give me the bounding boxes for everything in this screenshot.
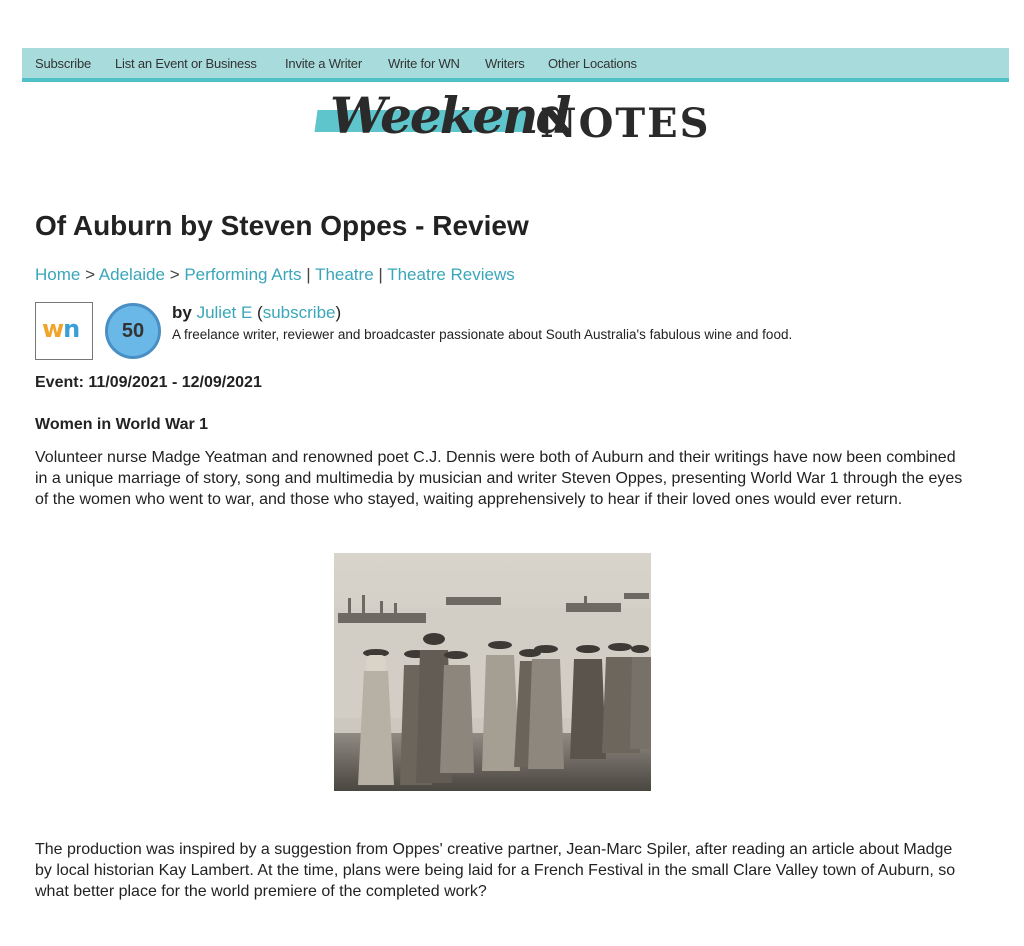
breadcrumb-separator: > — [80, 265, 99, 284]
author-name-link[interactable]: Juliet E — [197, 303, 253, 322]
nav-subscribe[interactable]: Subscribe — [35, 56, 91, 71]
author-avatar[interactable]: wn — [35, 302, 93, 360]
nav-other-locations[interactable]: Other Locations — [548, 56, 637, 71]
author-bio: A freelance writer, reviewer and broadca… — [172, 327, 793, 342]
article-paragraph: Volunteer nurse Madge Yeatman and renown… — [35, 449, 963, 508]
author-rank-badge: 50 — [105, 303, 161, 359]
breadcrumb-performing-arts[interactable]: Performing Arts — [184, 265, 301, 284]
breadcrumb-theatre[interactable]: Theatre — [315, 265, 374, 284]
author-byline: by Juliet E (subscribe) — [172, 303, 341, 323]
page-title: Of Auburn by Steven Oppes - Review — [35, 210, 529, 241]
breadcrumb-home[interactable]: Home — [35, 265, 80, 284]
historical-photo[interactable] — [334, 553, 651, 791]
breadcrumb: Home > Adelaide > Performing Arts | Thea… — [35, 265, 515, 285]
breadcrumb-adelaide[interactable]: Adelaide — [99, 265, 165, 284]
author-subscribe-link[interactable]: subscribe — [263, 303, 336, 322]
byline-by: by — [172, 303, 192, 322]
nav-list-event[interactable]: List an Event or Business — [115, 56, 257, 71]
logo-word-weekend: Weekend — [330, 86, 571, 145]
byline-paren: ) — [335, 303, 342, 322]
event-dates: Event: 11/09/2021 - 12/09/2021 — [35, 374, 262, 391]
breadcrumb-separator: | — [301, 265, 316, 284]
nav-invite-writer[interactable]: Invite a Writer — [285, 56, 362, 71]
top-navigation: Subscribe List an Event or Business Invi… — [22, 48, 1009, 82]
breadcrumb-theatre-reviews[interactable]: Theatre Reviews — [387, 265, 515, 284]
nav-write-for-wn[interactable]: Write for WN — [388, 56, 460, 71]
article-paragraph: The production was inspired by a suggest… — [35, 841, 956, 900]
logo-word-notes: NOTES — [540, 100, 711, 147]
section-heading: Women in World War 1 — [35, 416, 209, 433]
byline-paren: ( — [252, 303, 263, 322]
site-logo[interactable]: Weekend NOTES — [312, 86, 722, 154]
wn-logo-icon: wn — [42, 315, 80, 343]
nav-writers[interactable]: Writers — [485, 56, 525, 71]
breadcrumb-separator: | — [373, 265, 388, 284]
breadcrumb-separator: > — [164, 265, 185, 284]
